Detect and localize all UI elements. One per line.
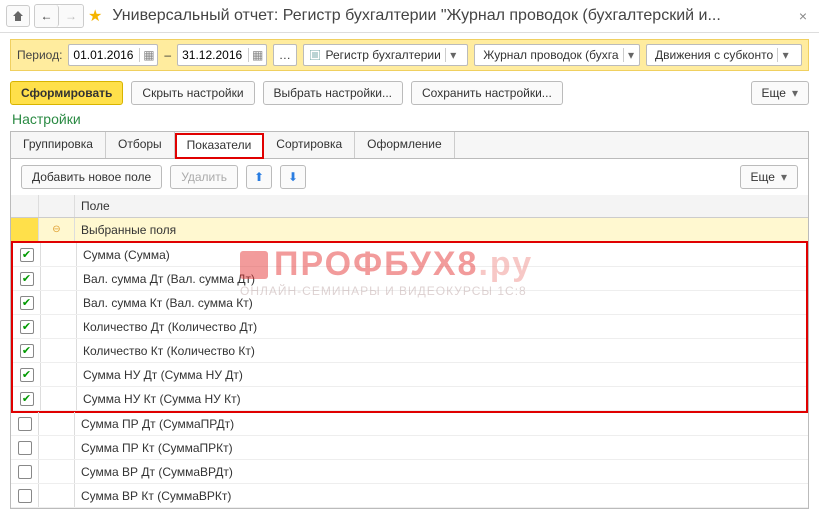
register-type-combo[interactable]: Регистр бухгалтерии ▾ (303, 44, 469, 66)
field-row[interactable]: ✔ Количество Кт (Количество Кт) (13, 339, 806, 363)
run-button[interactable]: Сформировать (10, 81, 123, 105)
field-row[interactable]: ✔ Сумма НУ Кт (Сумма НУ Кт) (13, 387, 806, 411)
field-label: Вал. сумма Кт (Вал. сумма Кт) (77, 296, 806, 310)
home-button[interactable] (6, 5, 30, 27)
column-header-field[interactable]: Поле (75, 195, 808, 217)
tab-grouping[interactable]: Группировка (11, 132, 106, 158)
field-row[interactable]: Сумма ВР Дт (СуммаВРДт) (11, 460, 808, 484)
checkbox-unchecked-icon[interactable] (18, 417, 32, 431)
delete-field-button[interactable]: Удалить (170, 165, 238, 189)
checkbox-checked-icon[interactable]: ✔ (20, 368, 34, 382)
date-to-field[interactable]: ▦ (177, 44, 267, 66)
calendar-icon[interactable]: ▦ (248, 48, 266, 62)
tab-sorting[interactable]: Сортировка (264, 132, 355, 158)
field-row[interactable]: ✔ Количество Дт (Количество Дт) (13, 315, 806, 339)
date-from-input[interactable] (69, 48, 139, 62)
nav-group: ← → (34, 4, 84, 28)
close-icon[interactable]: × (793, 8, 813, 24)
date-from-field[interactable]: ▦ (68, 44, 158, 66)
field-row[interactable]: Сумма ПР Кт (СуммаПРКт) (11, 436, 808, 460)
add-field-button[interactable]: Добавить новое поле (21, 165, 162, 189)
period-label: Период: (17, 48, 62, 62)
field-row[interactable]: ✔ Сумма НУ Дт (Сумма НУ Дт) (13, 363, 806, 387)
period-dash: – (164, 48, 171, 62)
field-label: Сумма НУ Дт (Сумма НУ Дт) (77, 368, 806, 382)
tab-styling[interactable]: Оформление (355, 132, 454, 158)
field-label: Сумма ПР Дт (СуммаПРДт) (75, 417, 808, 431)
more-button[interactable]: Еще (751, 81, 809, 105)
field-label: Сумма ВР Кт (СуммаВРКт) (75, 489, 808, 503)
checkbox-checked-icon[interactable]: ✔ (20, 296, 34, 310)
settings-title: Настройки (0, 109, 819, 129)
window-title: Универсальный отчет: Регистр бухгалтерии… (112, 7, 788, 25)
collapse-icon[interactable]: ⊖ (52, 224, 60, 235)
save-settings-button[interactable]: Сохранить настройки... (411, 81, 563, 105)
checkbox-checked-icon[interactable]: ✔ (20, 344, 34, 358)
field-label: Количество Кт (Количество Кт) (77, 344, 806, 358)
chevron-down-icon[interactable]: ▾ (623, 48, 639, 62)
titlebar: ← → ★ Универсальный отчет: Регистр бухга… (0, 0, 819, 33)
grid-header: Поле (11, 195, 808, 218)
period-bar: Период: ▦ – ▦ … Регистр бухгалтерии ▾ Жу… (10, 39, 809, 71)
field-row[interactable]: ✔ Вал. сумма Дт (Вал. сумма Дт) (13, 267, 806, 291)
field-row[interactable]: Сумма ВР Кт (СуммаВРКт) (11, 484, 808, 508)
chevron-down-icon[interactable]: ▾ (445, 48, 461, 62)
movements-text: Движения с субконто (651, 48, 777, 62)
checkbox-unchecked-icon[interactable] (18, 441, 32, 455)
forward-button[interactable]: → (59, 5, 83, 27)
checkbox-checked-icon[interactable]: ✔ (20, 248, 34, 262)
field-label: Сумма НУ Кт (Сумма НУ Кт) (77, 392, 806, 406)
field-label: Сумма ВР Дт (СуммаВРДт) (75, 465, 808, 479)
tab-filters[interactable]: Отборы (106, 132, 175, 158)
fields-grid: Поле ⊖ Выбранные поля ✔ Сумма (Сумма) ✔ … (10, 195, 809, 509)
movements-combo[interactable]: Движения с субконто ▾ (646, 44, 802, 66)
favorite-icon[interactable]: ★ (88, 6, 102, 26)
register-type-text: Регистр бухгалтерии (322, 48, 445, 62)
field-label: Количество Дт (Количество Дт) (77, 320, 806, 334)
checkbox-checked-icon[interactable]: ✔ (20, 272, 34, 286)
main-toolbar: Сформировать Скрыть настройки Выбрать на… (0, 77, 819, 109)
group-row-selected-fields[interactable]: ⊖ Выбранные поля (11, 218, 808, 242)
hide-settings-button[interactable]: Скрыть настройки (131, 81, 254, 105)
choose-settings-button[interactable]: Выбрать настройки... (263, 81, 403, 105)
checkbox-unchecked-icon[interactable] (18, 465, 32, 479)
move-up-button[interactable]: ⬆ (246, 165, 272, 189)
register-icon (308, 50, 322, 60)
chevron-down-icon[interactable]: ▾ (777, 48, 793, 62)
calendar-icon[interactable]: ▦ (139, 48, 157, 62)
field-label: Вал. сумма Дт (Вал. сумма Дт) (77, 272, 806, 286)
checkbox-checked-icon[interactable]: ✔ (20, 392, 34, 406)
checkbox-unchecked-icon[interactable] (18, 489, 32, 503)
journal-combo[interactable]: Журнал проводок (бухга ▾ (474, 44, 640, 66)
move-down-button[interactable]: ⬇ (280, 165, 306, 189)
group-label: Выбранные поля (75, 223, 808, 237)
fields-more-button[interactable]: Еще (740, 165, 798, 189)
date-to-input[interactable] (178, 48, 248, 62)
field-label: Сумма ПР Кт (СуммаПРКт) (75, 441, 808, 455)
field-row[interactable]: ✔ Сумма (Сумма) (13, 243, 806, 267)
field-row[interactable]: ✔ Вал. сумма Кт (Вал. сумма Кт) (13, 291, 806, 315)
journal-text: Журнал проводок (бухга (479, 48, 622, 62)
settings-tabs: Группировка Отборы Показатели Сортировка… (10, 131, 809, 159)
fields-toolbar: Добавить новое поле Удалить ⬆ ⬇ Еще (10, 159, 809, 195)
tab-indicators[interactable]: Показатели (175, 133, 265, 159)
field-row[interactable]: Сумма ПР Дт (СуммаПРДт) (11, 412, 808, 436)
back-button[interactable]: ← (35, 5, 59, 27)
period-picker-button[interactable]: … (273, 44, 296, 66)
checkbox-checked-icon[interactable]: ✔ (20, 320, 34, 334)
field-label: Сумма (Сумма) (77, 248, 806, 262)
